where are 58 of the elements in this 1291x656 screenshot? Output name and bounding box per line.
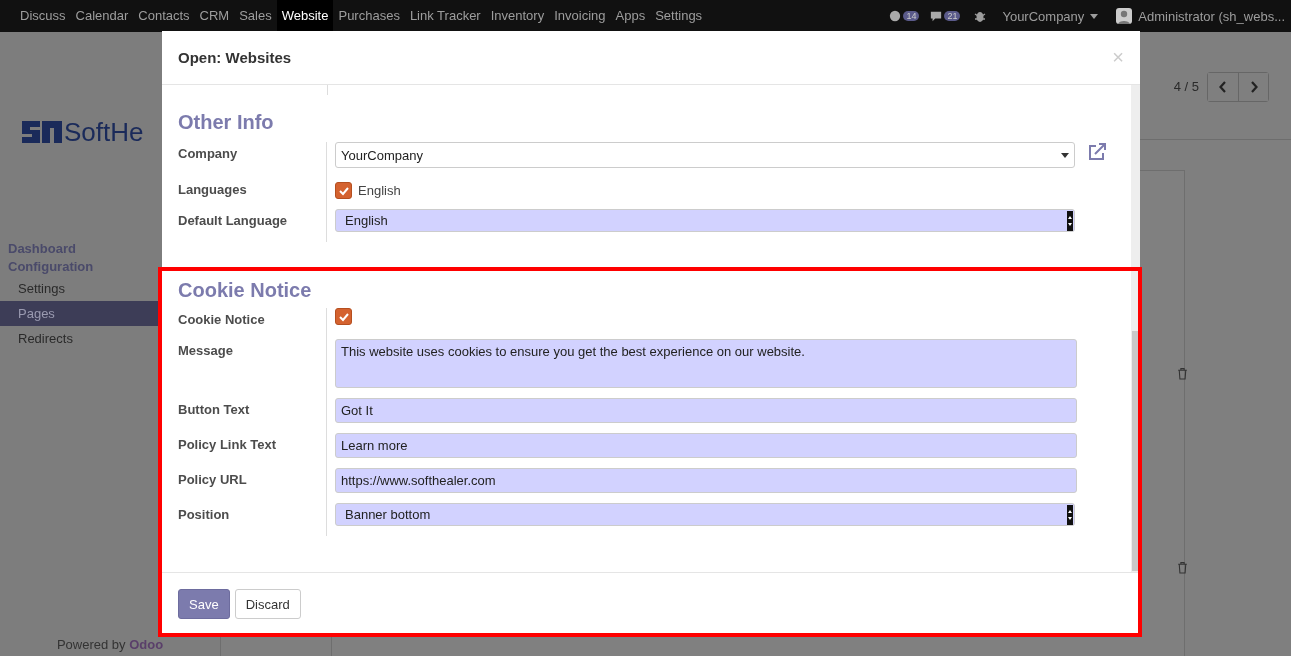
logo-icon — [20, 119, 64, 145]
counter-badge: 14 — [903, 11, 920, 21]
external-link-icon[interactable] — [1087, 142, 1107, 162]
menu-item[interactable]: Invoicing — [549, 0, 611, 32]
logo-text: SoftHe — [64, 116, 144, 148]
select-field[interactable]: YourCompany — [335, 142, 1075, 168]
field-label: Policy Link Text — [178, 433, 327, 468]
pager-value: 4 / 5 — [1173, 78, 1199, 96]
input-field[interactable]: Got It — [335, 398, 1077, 423]
chevron-left-icon — [1219, 81, 1227, 93]
discard-button[interactable]: Discard — [234, 589, 301, 619]
field-label: Policy URL — [178, 468, 327, 503]
menu-item[interactable]: Website — [276, 0, 334, 32]
field-label: Company — [178, 142, 327, 178]
company-switcher[interactable]: YourCompany — [1002, 8, 1085, 24]
menu-item[interactable]: Inventory — [485, 0, 550, 32]
field-label: Cookie Notice — [178, 308, 327, 339]
checkbox[interactable] — [335, 308, 352, 325]
input-field[interactable]: https://www.softhealer.com — [335, 468, 1077, 493]
select-field[interactable]: Banner bottom — [335, 503, 1075, 526]
caret-icon — [1090, 13, 1099, 19]
input-field[interactable]: Learn more — [335, 433, 1077, 458]
trash-icon[interactable] — [1177, 367, 1188, 380]
powered-by-text: Powered by — [56, 637, 126, 652]
field-label: Message — [178, 339, 327, 398]
section-title: Other Info — [178, 111, 275, 134]
message-textarea[interactable]: This website uses cookies to ensure you get the best experience on our website. — [335, 339, 1077, 388]
spinner-arrows-icon — [1067, 504, 1073, 525]
chat-icon[interactable] — [929, 10, 944, 22]
chevron-right-icon — [1249, 81, 1258, 93]
section-title: Cookie Notice — [178, 279, 313, 302]
trash-icon[interactable] — [1177, 561, 1188, 574]
spinner-arrows-icon — [1067, 210, 1073, 231]
field-label: Languages — [178, 178, 327, 209]
bug-icon[interactable] — [974, 9, 987, 23]
menu-item[interactable]: Discuss — [15, 0, 71, 32]
field-label: Default Language — [178, 209, 327, 242]
avatar-icon[interactable] — [1116, 8, 1133, 24]
select-field[interactable]: English — [335, 209, 1075, 232]
menu-item[interactable]: Calendar — [70, 0, 134, 32]
user-menu[interactable]: Administrator (sh_webs... — [1138, 8, 1285, 24]
counter-badge: 21 — [944, 11, 961, 21]
menu-item[interactable]: Contacts — [133, 0, 195, 32]
dialog-title: Open: Websites — [178, 49, 292, 66]
save-button[interactable]: Save — [178, 589, 230, 619]
menu-item[interactable]: Settings — [650, 0, 708, 32]
menu-item[interactable]: CRM — [194, 0, 235, 32]
caret-icon — [1061, 152, 1069, 158]
menu-item[interactable]: Sales — [234, 0, 277, 32]
checkbox[interactable] — [335, 182, 352, 199]
menu-item[interactable]: Apps — [610, 0, 651, 32]
clock-icon[interactable] — [888, 10, 903, 22]
menu-item[interactable]: Purchases — [333, 0, 405, 32]
field-label: Position — [178, 503, 327, 536]
menu-item[interactable]: Link Tracker — [404, 0, 486, 32]
next-button[interactable] — [1238, 73, 1268, 101]
field-label: Button Text — [178, 398, 327, 433]
checkbox-label: English — [358, 183, 401, 198]
